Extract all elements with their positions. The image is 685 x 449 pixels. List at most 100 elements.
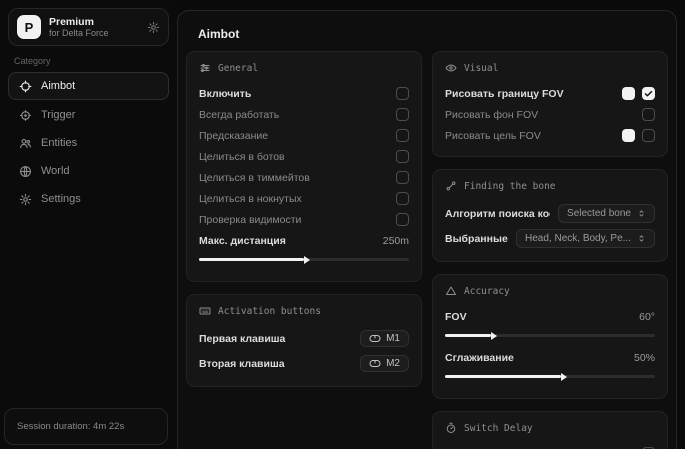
select-row: Алгоритм поиска костей Selected bone xyxy=(445,201,655,226)
checkbox-visibility-check[interactable] xyxy=(396,213,409,226)
visual-row: Рисовать фон FOV xyxy=(445,104,655,125)
toggle-row: Проверка видимости xyxy=(199,209,409,230)
brand-title: Premium xyxy=(49,16,139,28)
gear-icon[interactable] xyxy=(147,21,160,34)
toggle-row: Предсказание xyxy=(199,125,409,146)
trigger-icon xyxy=(19,109,32,122)
accuracy-card: Accuracy FOV 60° Сглаживание 50% xyxy=(432,274,668,399)
visual-label: Рисовать цель FOV xyxy=(445,130,614,142)
keybind-button-m2[interactable]: M2 xyxy=(360,355,409,372)
toggle-label: Всегда работать xyxy=(199,109,388,121)
visual-card: Visual Рисовать границу FOV Рисовать фон… xyxy=(432,51,668,157)
toggle-row: Всегда работать xyxy=(199,104,409,125)
color-swatch[interactable] xyxy=(622,129,635,142)
section-title: Activation buttons xyxy=(218,306,321,317)
visual-row: Рисовать границу FOV xyxy=(445,83,655,104)
sidebar-item-entities[interactable]: Entities xyxy=(8,130,169,156)
selected-bones-select[interactable]: Head, Neck, Body, Pe... xyxy=(516,229,655,248)
mouse-icon xyxy=(369,359,381,368)
toggle-label: Целиться в тиммейтов xyxy=(199,172,388,184)
brand-box: P Premium for Delta Force xyxy=(8,8,169,46)
sidebar-item-settings[interactable]: Settings xyxy=(8,186,169,212)
timer-icon xyxy=(445,422,457,434)
sidebar-item-label: Entities xyxy=(41,137,77,149)
sidebar-item-trigger[interactable]: Trigger xyxy=(8,102,169,128)
checkbox-prediction[interactable] xyxy=(396,129,409,142)
sliders-icon xyxy=(199,62,211,74)
sidebar-item-label: World xyxy=(41,165,70,177)
mouse-icon xyxy=(369,334,381,343)
section-title: General xyxy=(218,63,258,74)
keybind-label: Первая клавиша xyxy=(199,333,352,345)
max-distance-slider[interactable] xyxy=(199,258,409,261)
slider-label: Сглаживание xyxy=(445,352,626,364)
checkbox-draw-fov-border[interactable] xyxy=(642,87,655,100)
visual-label: Рисовать фон FOV xyxy=(445,109,634,121)
sidebar-item-label: Trigger xyxy=(41,109,75,121)
toggle-label: Целиться в нокнутых xyxy=(199,193,388,205)
brand-subtitle: for Delta Force xyxy=(49,28,139,38)
slider-value: 50% xyxy=(634,352,655,364)
session-duration: Session duration: 4m 22s xyxy=(4,408,168,445)
crosshair-icon xyxy=(19,80,32,93)
slider-value: 60° xyxy=(639,311,655,323)
slider-label: FOV xyxy=(445,311,631,323)
checkbox-always-work[interactable] xyxy=(396,108,409,121)
gear-icon xyxy=(19,193,32,206)
sidebar-item-label: Settings xyxy=(41,193,81,205)
unfold-icon xyxy=(637,234,646,243)
sidebar-item-world[interactable]: World xyxy=(8,158,169,184)
sidebar: P Premium for Delta Force Category Aimbo… xyxy=(0,0,177,449)
select-label: Алгоритм поиска костей xyxy=(445,208,550,220)
slider-label: Макс. дистанция xyxy=(199,235,375,247)
brand-logo: P xyxy=(17,15,41,39)
select-row: Выбранные кости Head, Neck, Body, Pe... xyxy=(445,226,655,251)
toggle-row: Целиться в ботов xyxy=(199,146,409,167)
visual-label: Рисовать границу FOV xyxy=(445,88,614,100)
checkbox-draw-fov-target[interactable] xyxy=(642,129,655,142)
checkbox-enable[interactable] xyxy=(396,87,409,100)
page-title: Aimbot xyxy=(178,23,676,51)
category-label: Category xyxy=(14,56,163,66)
sidebar-item-aimbot[interactable]: Aimbot xyxy=(8,72,169,100)
fov-slider[interactable] xyxy=(445,334,655,337)
activation-card: Activation buttons Первая клавиша M1 Вто… xyxy=(186,294,422,387)
toggle-row: Задержка переключения xyxy=(445,443,655,449)
globe-icon xyxy=(19,165,32,178)
color-swatch[interactable] xyxy=(622,87,635,100)
unfold-icon xyxy=(637,209,646,218)
eye-icon xyxy=(445,62,457,74)
slider-row: Сглаживание 50% xyxy=(445,347,655,368)
select-label: Выбранные кости xyxy=(445,233,508,245)
toggle-row: Целиться в тиммейтов xyxy=(199,167,409,188)
checkbox-draw-fov-background[interactable] xyxy=(642,108,655,121)
checkbox-target-bots[interactable] xyxy=(396,150,409,163)
sidebar-item-label: Aimbot xyxy=(41,80,75,92)
toggle-label: Включить xyxy=(199,88,388,100)
general-card: General Включить Всегда работать Предска… xyxy=(186,51,422,282)
section-title: Accuracy xyxy=(464,286,510,297)
toggle-row: Включить xyxy=(199,83,409,104)
bone-algorithm-select[interactable]: Selected bone xyxy=(558,204,655,223)
brand-text: Premium for Delta Force xyxy=(49,16,139,38)
toggle-label: Проверка видимости xyxy=(199,214,388,226)
slider-row: FOV 60° xyxy=(445,306,655,327)
bone-icon xyxy=(445,180,457,192)
toggle-label: Предсказание xyxy=(199,130,388,142)
visual-row: Рисовать цель FOV xyxy=(445,125,655,146)
entities-icon xyxy=(19,137,32,150)
keyboard-icon xyxy=(199,305,211,317)
toggle-label: Целиться в ботов xyxy=(199,151,388,163)
main-panel: Aimbot General Включить Всегда работать xyxy=(177,10,677,449)
smoothing-slider[interactable] xyxy=(445,375,655,378)
toggle-row: Целиться в нокнутых xyxy=(199,188,409,209)
switch-delay-card: Switch Delay Задержка переключения Задер… xyxy=(432,411,668,449)
keybind-button-m1[interactable]: M1 xyxy=(360,330,409,347)
section-title: Visual xyxy=(464,63,498,74)
triangle-icon xyxy=(445,285,457,297)
section-title: Finding the bone xyxy=(464,181,556,192)
sidebar-nav: Aimbot Trigger Entities World Settings xyxy=(0,72,177,212)
checkbox-target-teammates[interactable] xyxy=(396,171,409,184)
section-title: Switch Delay xyxy=(464,423,533,434)
checkbox-target-knocked[interactable] xyxy=(396,192,409,205)
